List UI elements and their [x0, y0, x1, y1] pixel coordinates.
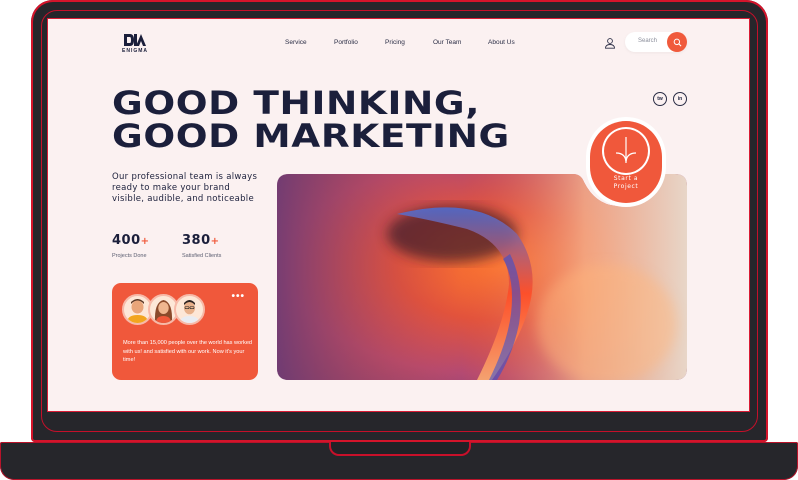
- cta-badge: [586, 117, 666, 207]
- team-card: ••• More than 15,000 people over the wor…: [112, 283, 258, 380]
- search-label: Search: [638, 38, 658, 44]
- nav-service[interactable]: Service: [285, 39, 307, 46]
- nav-our-team[interactable]: Our Team: [433, 39, 461, 46]
- search-icon: [673, 38, 681, 46]
- hero-title-line-2: GOOD MARKETING: [112, 117, 510, 155]
- brand-name: ENIGMA: [122, 48, 148, 54]
- hero-title: GOOD THINKING, GOOD MARKETING: [112, 87, 510, 153]
- more-dots-icon[interactable]: •••: [231, 291, 245, 302]
- nav-pricing[interactable]: Pricing: [385, 39, 405, 46]
- cta-label: Start a Project: [613, 175, 639, 190]
- nav-portfolio[interactable]: Portfolio: [334, 39, 358, 46]
- browser-screen: ENIGMA Service Portfolio Pricing Our Tea…: [47, 18, 750, 412]
- logo-mark-icon: [124, 34, 146, 46]
- hero-tagline: Our professional team is always ready to…: [112, 172, 258, 204]
- stat-clients-value: 380+: [182, 233, 220, 248]
- stat-clients-label: Satisfied Clients: [182, 253, 222, 259]
- team-card-text: More than 15,000 people over the world h…: [123, 340, 253, 364]
- user-icon[interactable]: [604, 36, 616, 54]
- start-project-button[interactable]: Start a Project: [582, 117, 670, 207]
- search-input[interactable]: Search: [625, 32, 687, 52]
- linkedin-link[interactable]: in: [673, 92, 687, 106]
- brand-logo[interactable]: ENIGMA: [120, 33, 150, 54]
- twitter-link[interactable]: tw: [653, 92, 667, 106]
- search-button[interactable]: [667, 32, 687, 52]
- laptop-notch: [329, 442, 471, 456]
- stat-projects-label: Projects Done: [112, 253, 147, 259]
- stat-projects-value: 400+: [112, 233, 150, 248]
- nav-about-us[interactable]: About Us: [488, 39, 515, 46]
- avatar: [174, 294, 205, 325]
